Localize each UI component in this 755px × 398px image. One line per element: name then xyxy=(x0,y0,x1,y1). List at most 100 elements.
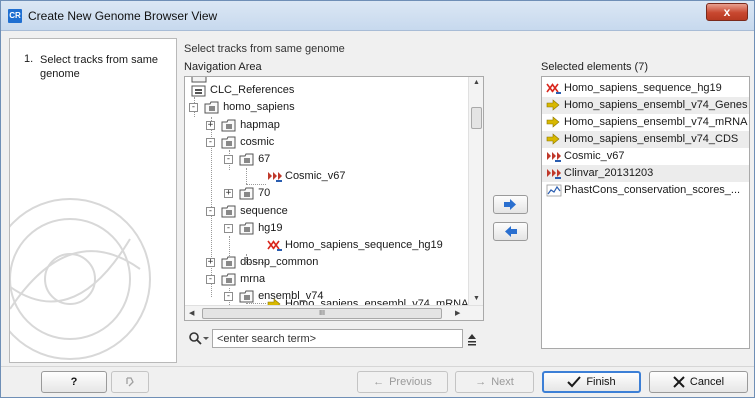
variant-track-icon xyxy=(547,152,561,162)
graph-track-icon xyxy=(546,184,562,197)
previous-label: Previous xyxy=(389,376,432,388)
collapse-icon[interactable]: - xyxy=(224,224,233,233)
collapse-icon[interactable]: - xyxy=(224,155,233,164)
tree-connector xyxy=(246,168,247,184)
collapse-icon[interactable]: - xyxy=(206,275,215,284)
expand-icon[interactable]: + xyxy=(206,258,215,267)
folder-icon xyxy=(239,153,254,166)
section-title: Select tracks from same genome xyxy=(184,43,345,55)
expand-icon[interactable]: + xyxy=(206,121,215,130)
list-item[interactable]: Cosmic_v67 xyxy=(542,148,749,165)
folder-icon xyxy=(221,256,236,269)
watermark-logo-icon xyxy=(10,198,151,360)
reset-button[interactable] xyxy=(111,371,149,393)
tree-node-label: sequence xyxy=(240,205,288,217)
dialog-window: CR Create New Genome Browser View x 1. S… xyxy=(0,0,755,398)
scroll-left-icon[interactable]: ◀ xyxy=(189,309,194,317)
add-to-selected-button[interactable] xyxy=(493,195,528,214)
arrow-right-icon xyxy=(504,199,516,210)
check-icon xyxy=(567,376,582,388)
annotation-track-icon xyxy=(546,99,560,111)
variant-track-icon xyxy=(268,172,282,182)
footer-separator xyxy=(1,366,754,367)
tree-node[interactable]: Cosmic_v67 xyxy=(267,168,346,185)
tree-node-label: Homo_sapiens_ensembl_v74_mRNA xyxy=(285,298,469,305)
list-item-label: Clinvar_20131203 xyxy=(564,167,654,179)
tree-node-label: Cosmic_v67 xyxy=(285,170,346,182)
collapse-icon[interactable]: - xyxy=(206,207,215,216)
tree-node-label: hg19 xyxy=(258,222,283,234)
list-item[interactable]: Homo_sapiens_ensembl_v74_CDS xyxy=(542,131,749,148)
next-button[interactable]: → Next xyxy=(455,371,534,393)
close-button[interactable]: x xyxy=(706,3,748,21)
wizard-steps-panel: 1. Select tracks from same genome xyxy=(9,38,177,363)
list-item[interactable]: Homo_sapiens_sequence_hg19 xyxy=(542,80,749,97)
scroll-thumb[interactable] xyxy=(471,107,482,129)
tree-node-label: Homo_sapiens_sequence_hg19 xyxy=(285,239,443,251)
collapse-icon[interactable]: - xyxy=(224,292,233,301)
collapse-icon[interactable]: - xyxy=(189,103,198,112)
arrow-right-icon: → xyxy=(475,376,487,388)
list-item[interactable]: Clinvar_20131203 xyxy=(542,165,749,182)
selected-elements-list[interactable]: Homo_sapiens_sequence_hg19 Homo_sapiens_… xyxy=(541,76,750,349)
tree-node[interactable]: - sequence xyxy=(206,203,288,220)
tree-node[interactable]: - cosmic xyxy=(206,134,274,151)
list-item-label: Homo_sapiens_sequence_hg19 xyxy=(564,82,722,94)
folder-icon xyxy=(221,273,236,286)
list-item[interactable]: PhastCons_conservation_scores_... xyxy=(542,182,749,199)
search-icon[interactable] xyxy=(188,331,210,347)
list-item-label: Homo_sapiens_ensembl_v74_Genes xyxy=(564,99,748,111)
close-icon xyxy=(673,376,685,388)
scroll-right-icon[interactable]: ▶ xyxy=(455,309,460,317)
finish-button[interactable]: Finish xyxy=(542,371,641,393)
tree-node[interactable]: - homo_sapiens xyxy=(189,99,295,116)
tree-node[interactable]: CLC_References xyxy=(191,82,294,99)
window-title: Create New Genome Browser View xyxy=(28,9,218,23)
folder-icon xyxy=(221,205,236,218)
tree-node[interactable]: + hapmap xyxy=(206,117,280,134)
tree-node[interactable]: - 67 xyxy=(224,151,270,168)
tree-node[interactable]: - hg19 xyxy=(224,220,283,237)
scroll-up-icon[interactable]: ▲ xyxy=(473,79,480,86)
reset-icon xyxy=(126,377,134,387)
list-item-label: Homo_sapiens_ensembl_v74_CDS xyxy=(564,133,739,145)
title-bar: CR Create New Genome Browser View x xyxy=(1,1,754,31)
tree-node-label: hapmap xyxy=(240,119,280,131)
navigation-tree[interactable]: CLC_References - homo_sapiens + hapmap -… xyxy=(184,76,484,321)
tree-connector xyxy=(229,236,230,256)
tree-horizontal-scrollbar[interactable]: ◀ III ▶ xyxy=(185,305,483,320)
sequence-track-icon xyxy=(546,83,561,94)
tree-node[interactable]: Homo_sapiens_ensembl_v74_mRNA xyxy=(267,296,468,305)
tree-node-label: mrna xyxy=(240,273,266,285)
filter-options-icon[interactable] xyxy=(466,332,478,346)
arrow-left-icon: ← xyxy=(373,376,385,388)
scroll-thumb[interactable]: III xyxy=(202,308,442,319)
folder-icon xyxy=(221,136,236,149)
list-item[interactable]: Homo_sapiens_ensembl_v74_mRNA xyxy=(542,114,749,131)
tree-node[interactable]: - mrna xyxy=(206,271,265,288)
tree-node-label: cosmic xyxy=(240,136,275,148)
expand-icon[interactable]: + xyxy=(224,189,233,198)
tree-node-label: 70 xyxy=(258,187,271,199)
list-item-label: Cosmic_v67 xyxy=(564,150,625,162)
variant-track-icon xyxy=(547,169,561,179)
remove-from-selected-button[interactable] xyxy=(493,222,528,241)
folder-icon xyxy=(204,101,219,114)
sequence-track-icon xyxy=(267,240,282,251)
tree-node[interactable]: + dbsnp_common xyxy=(206,254,318,271)
cancel-label: Cancel xyxy=(689,376,725,388)
app-logo-icon: CR xyxy=(8,9,22,23)
tree-node[interactable]: Homo_sapiens_sequence_hg19 xyxy=(267,237,443,254)
step-label: Select tracks from same genome xyxy=(40,54,158,80)
search-input[interactable] xyxy=(212,329,463,348)
previous-button[interactable]: ← Previous xyxy=(357,371,448,393)
tree-node[interactable]: + 70 xyxy=(224,185,270,202)
cancel-button[interactable]: Cancel xyxy=(649,371,748,393)
collapse-icon[interactable]: - xyxy=(206,138,215,147)
list-item[interactable]: Homo_sapiens_ensembl_v74_Genes xyxy=(542,97,749,114)
references-folder-icon xyxy=(191,85,206,97)
tree-node-label: dbsnp_common xyxy=(240,256,319,268)
scroll-down-icon[interactable]: ▼ xyxy=(473,295,480,302)
tree-vertical-scrollbar[interactable]: ▲ ▼ xyxy=(468,77,483,305)
help-button[interactable]: ? xyxy=(41,371,107,393)
